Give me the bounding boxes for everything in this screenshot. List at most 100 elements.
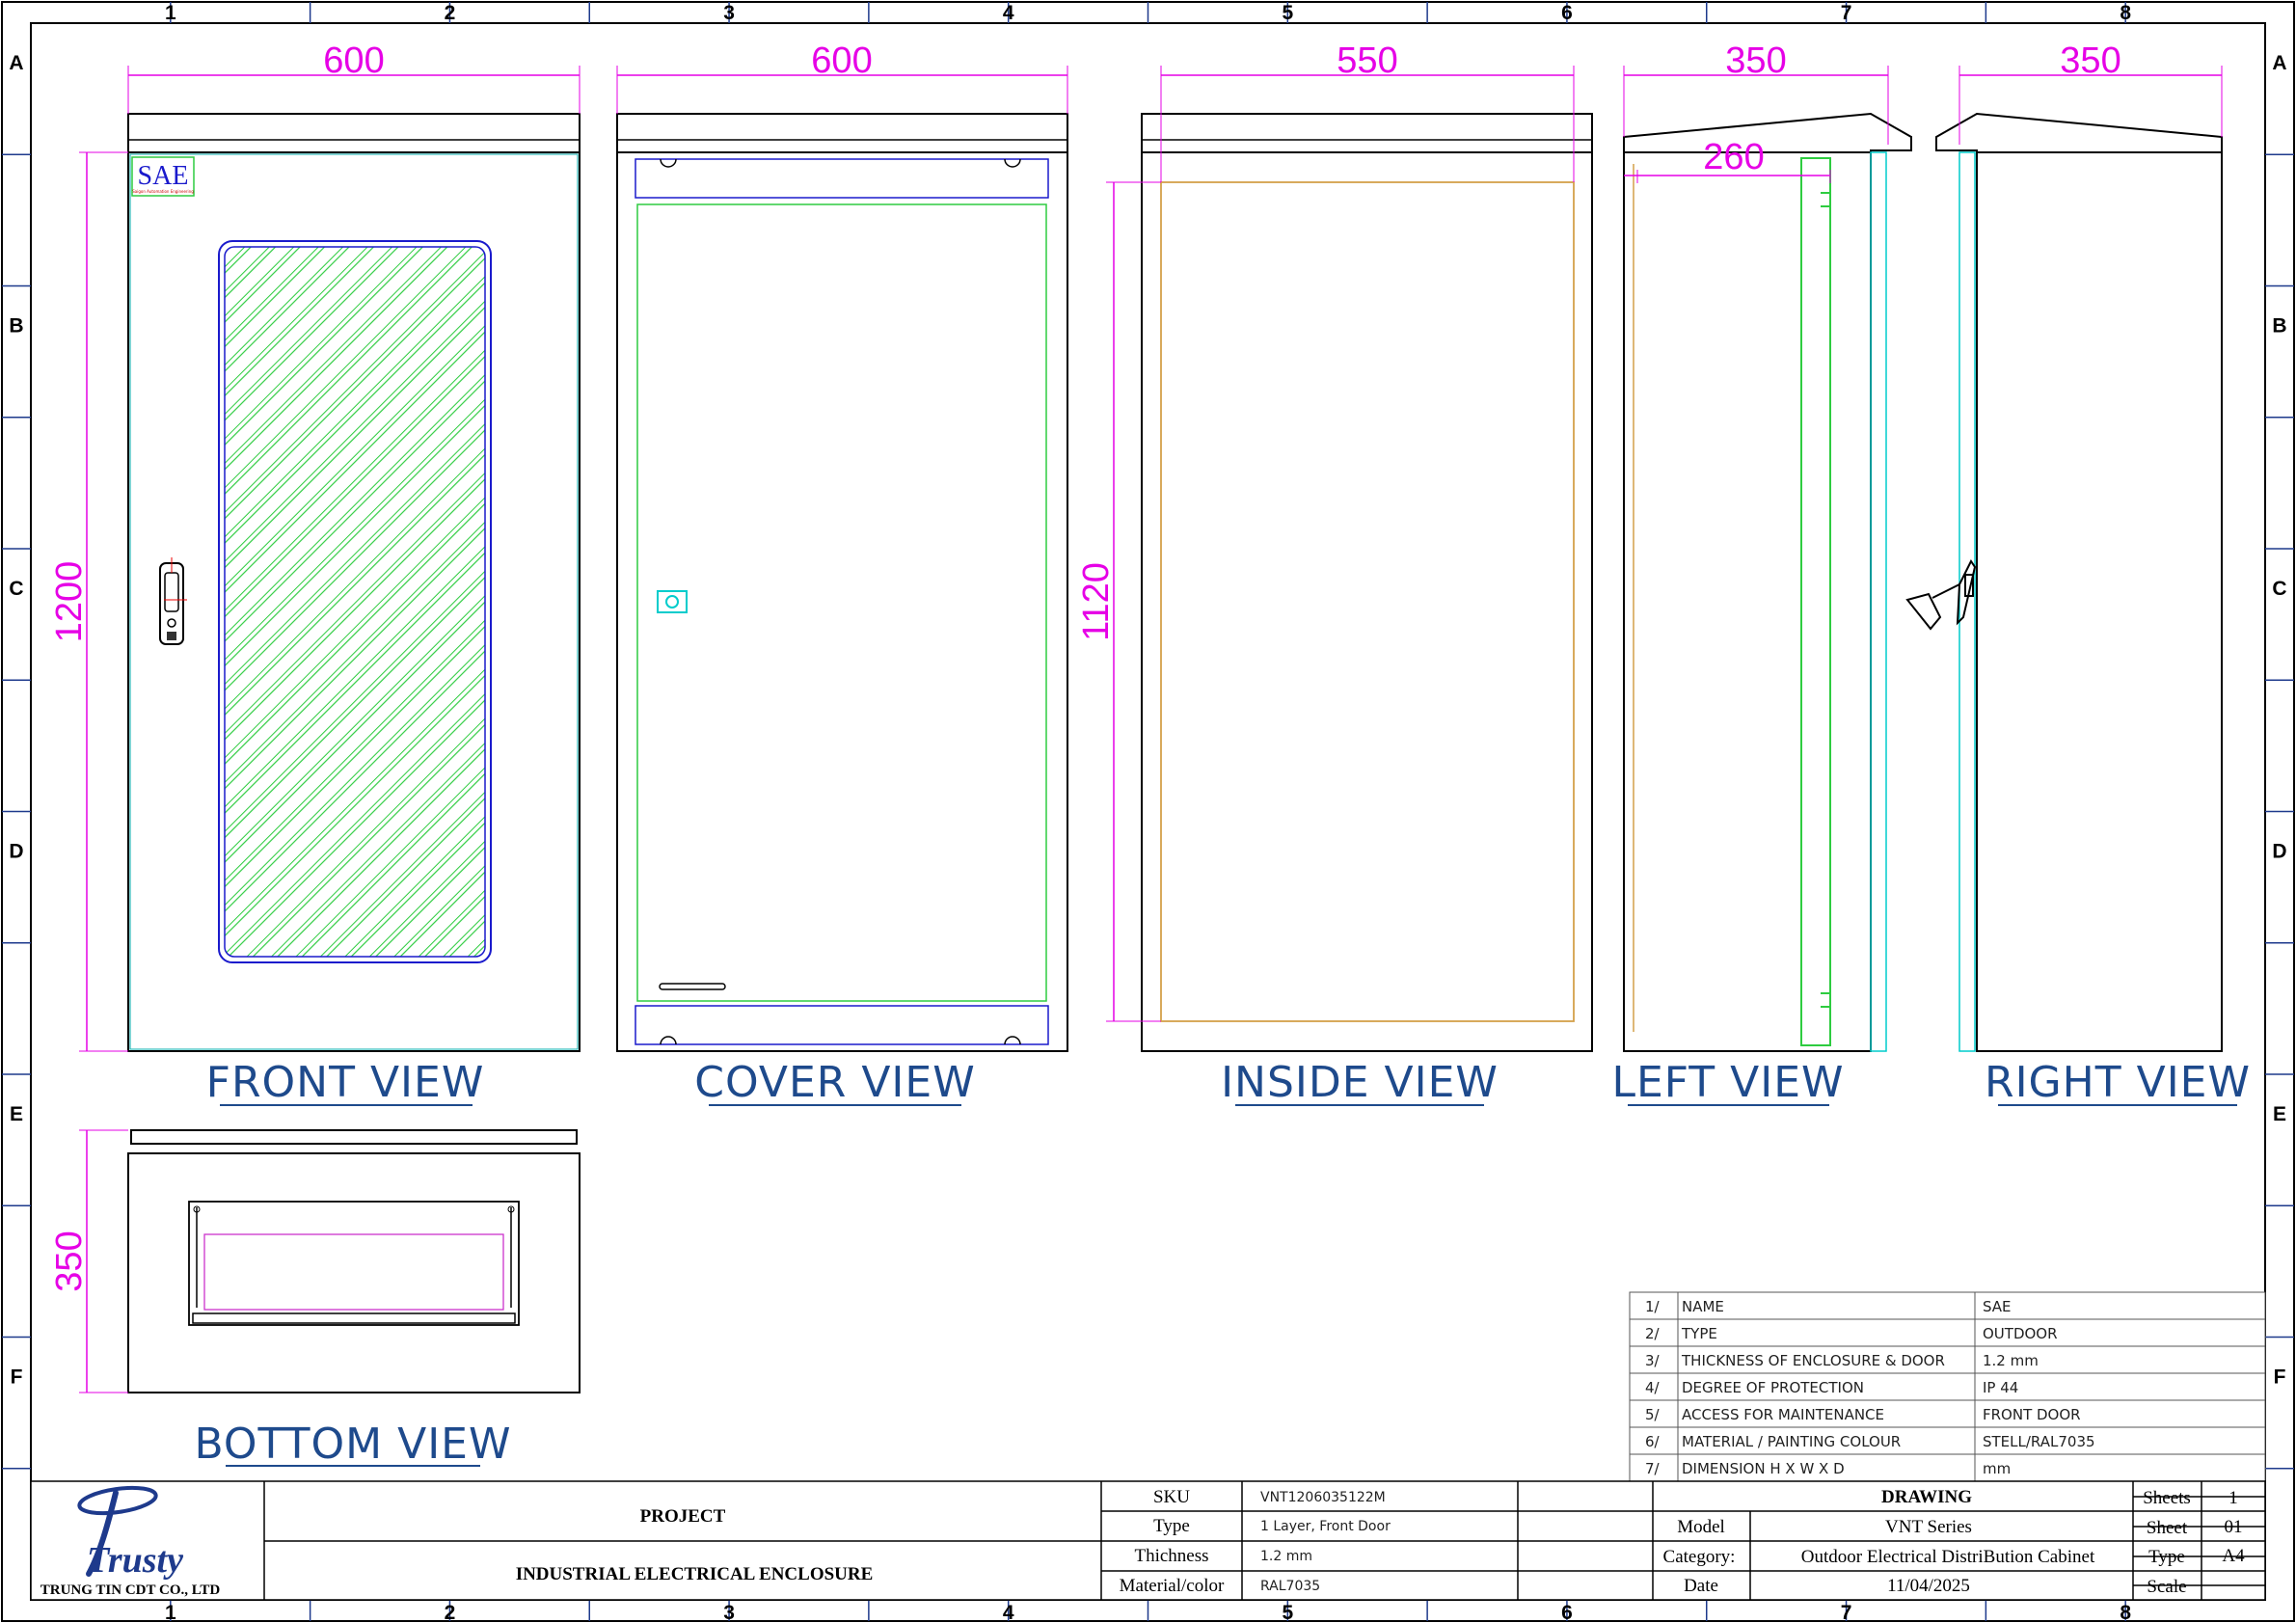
left-body [1623,151,1872,1052]
front-view: SAE Saigon Automation Engineering 600 12… [49,41,581,1107]
spec-value: IP 44 [1983,1379,2018,1396]
right-roof [1935,112,2223,153]
front-view-label: FRONT VIEW [206,1058,485,1107]
scale-label: Scale [2147,1577,2186,1597]
sheet-label: Sheet [2147,1518,2188,1538]
door-window-glass [224,246,486,958]
sheet-value: 01 [2225,1517,2243,1537]
spec-value: STELL/RAL7035 [1983,1433,2095,1450]
spec-value: FRONT DOOR [1983,1406,2081,1423]
zone-col-label-bottom: 6 [1561,1602,1573,1623]
zone-row-label-left: A [9,52,23,74]
dim-front-width: 600 [323,41,384,81]
logo-wordmark: Trusty [87,1540,183,1581]
front-roof [127,113,581,153]
spec-no: 2/ [1645,1325,1661,1342]
spec-item: TYPE [1681,1325,1717,1342]
material-label: Material/color [1120,1576,1225,1596]
cover-view-label: COVER VIEW [694,1058,975,1107]
spec-no: 5/ [1645,1406,1661,1423]
date-label: Date [1684,1576,1718,1596]
dim-inside-height: 1120 [1076,562,1117,641]
sae-logo-subtext: Saigon Automation Engineering [132,189,194,194]
bottom-view: 350 BOTTOM VIEW [49,1129,581,1469]
cover-body [616,151,1068,1052]
sheets-value: 1 [2228,1488,2238,1508]
company-name: TRUNG TIN CDT CO., LTD [41,1582,221,1598]
spec-table: 1/NAME SAE 2/TYPE OUTDOOR 3/THICKNESS OF ENC… [1629,1291,2266,1482]
model-value: VNT Series [1885,1517,1972,1537]
paper-label: Type [2148,1547,2185,1567]
zone-col-label-bottom: 4 [1003,1602,1014,1623]
right-body [1976,151,2223,1052]
left-view: 260 350 LEFT VIEW [1611,41,1912,1107]
zone-col-label-top: 8 [2120,2,2131,24]
inside-view: 550 1120 INSIDE VIEW [1076,41,1593,1107]
zone-col-label-top: 7 [1841,2,1852,24]
left-view-label: LEFT VIEW [1611,1058,1844,1107]
spec-value: 1.2 mm [1983,1352,2039,1369]
bottom-view-label: BOTTOM VIEW [195,1420,512,1469]
spec-item: MATERIAL / PAINTING COLOUR [1682,1433,1901,1450]
dim-inside-width: 550 [1337,41,1397,81]
zone-col-label-top: 1 [165,2,176,24]
zone-row-label-right: A [2272,52,2286,74]
right-view: 350 RIGHT VIEW [1905,41,2250,1107]
inside-view-label: INSIDE VIEW [1221,1058,1499,1107]
thickness-label: Thichness [1134,1546,1208,1566]
model-label: Model [1677,1517,1725,1537]
zone-row-label-right: F [2274,1366,2286,1388]
zone-row-label-right: E [2273,1103,2286,1125]
zone-row-label-left: D [9,840,23,862]
type-label: Type [1153,1516,1190,1536]
sku-value: VNT1206035122M [1260,1490,1386,1505]
thickness-value: 1.2 mm [1260,1549,1312,1564]
dim-left-depth: 350 [1725,41,1786,81]
zone-col-label-top: 2 [445,2,456,24]
zone-col-label-bottom: 7 [1841,1602,1852,1623]
zone-col-label-bottom: 1 [165,1602,176,1623]
project-label: PROJECT [640,1506,726,1527]
category-value: Outdoor Electrical DistriBution Cabinet [1801,1547,2095,1567]
spec-item: THICKNESS OF ENCLOSURE & DOOR [1681,1352,1945,1369]
dim-bottom-depth: 350 [49,1231,90,1291]
inside-body [1141,151,1593,1052]
dim-right-depth: 350 [2060,41,2120,81]
zone-col-label-bottom: 2 [445,1602,456,1623]
paper-value: A4 [2222,1546,2245,1566]
drawing-label: DRAWING [1881,1487,1972,1507]
project-name: INDUSTRIAL ELECTRICAL ENCLOSURE [516,1564,874,1584]
zone-col-label-bottom: 5 [1282,1602,1293,1623]
material-value: RAL7035 [1260,1579,1320,1594]
zone-col-label-bottom: 8 [2120,1602,2131,1623]
cover-view: 600 COVER VIEW [616,41,1068,1107]
date-value: 11/04/2025 [1887,1576,1970,1596]
spec-no: 1/ [1645,1298,1661,1315]
left-door [1870,151,1887,1052]
zone-row-label-left: E [10,1103,23,1125]
sae-logo-text: SAE [138,161,189,191]
right-handle [1905,559,1977,631]
type-value: 1 Layer, Front Door [1260,1519,1391,1534]
spec-no: 6/ [1645,1433,1661,1450]
zone-row-label-left: F [11,1366,23,1388]
zone-row-label-left: C [9,578,23,600]
spec-no: 3/ [1645,1352,1661,1369]
drawing-sheet: 1 1 2 2 3 3 4 4 5 5 6 6 7 7 8 8 A A B B C C D D E E F F SAE Saigon … [1,1,2295,1623]
zone-col-label-top: 3 [723,2,735,24]
dim-front-height: 1200 [49,561,90,643]
dim-cover-width: 600 [811,41,872,81]
zone-row-label-right: B [2272,314,2286,337]
zone-col-label-bottom: 3 [723,1602,735,1623]
spec-item: NAME [1682,1298,1724,1315]
spec-item: DIMENSION H X W X D [1682,1460,1845,1477]
sheets-label: Sheets [2143,1488,2191,1508]
zone-col-label-top: 4 [1003,2,1014,24]
left-roof [1623,112,1912,153]
spec-no: 4/ [1645,1379,1661,1396]
spec-value: OUTDOOR [1983,1325,2058,1342]
spec-value: mm [1983,1460,2011,1477]
zone-row-label-right: C [2272,578,2286,600]
zone-row-label-left: B [9,314,23,337]
spec-item: DEGREE OF PROTECTION [1682,1379,1864,1396]
